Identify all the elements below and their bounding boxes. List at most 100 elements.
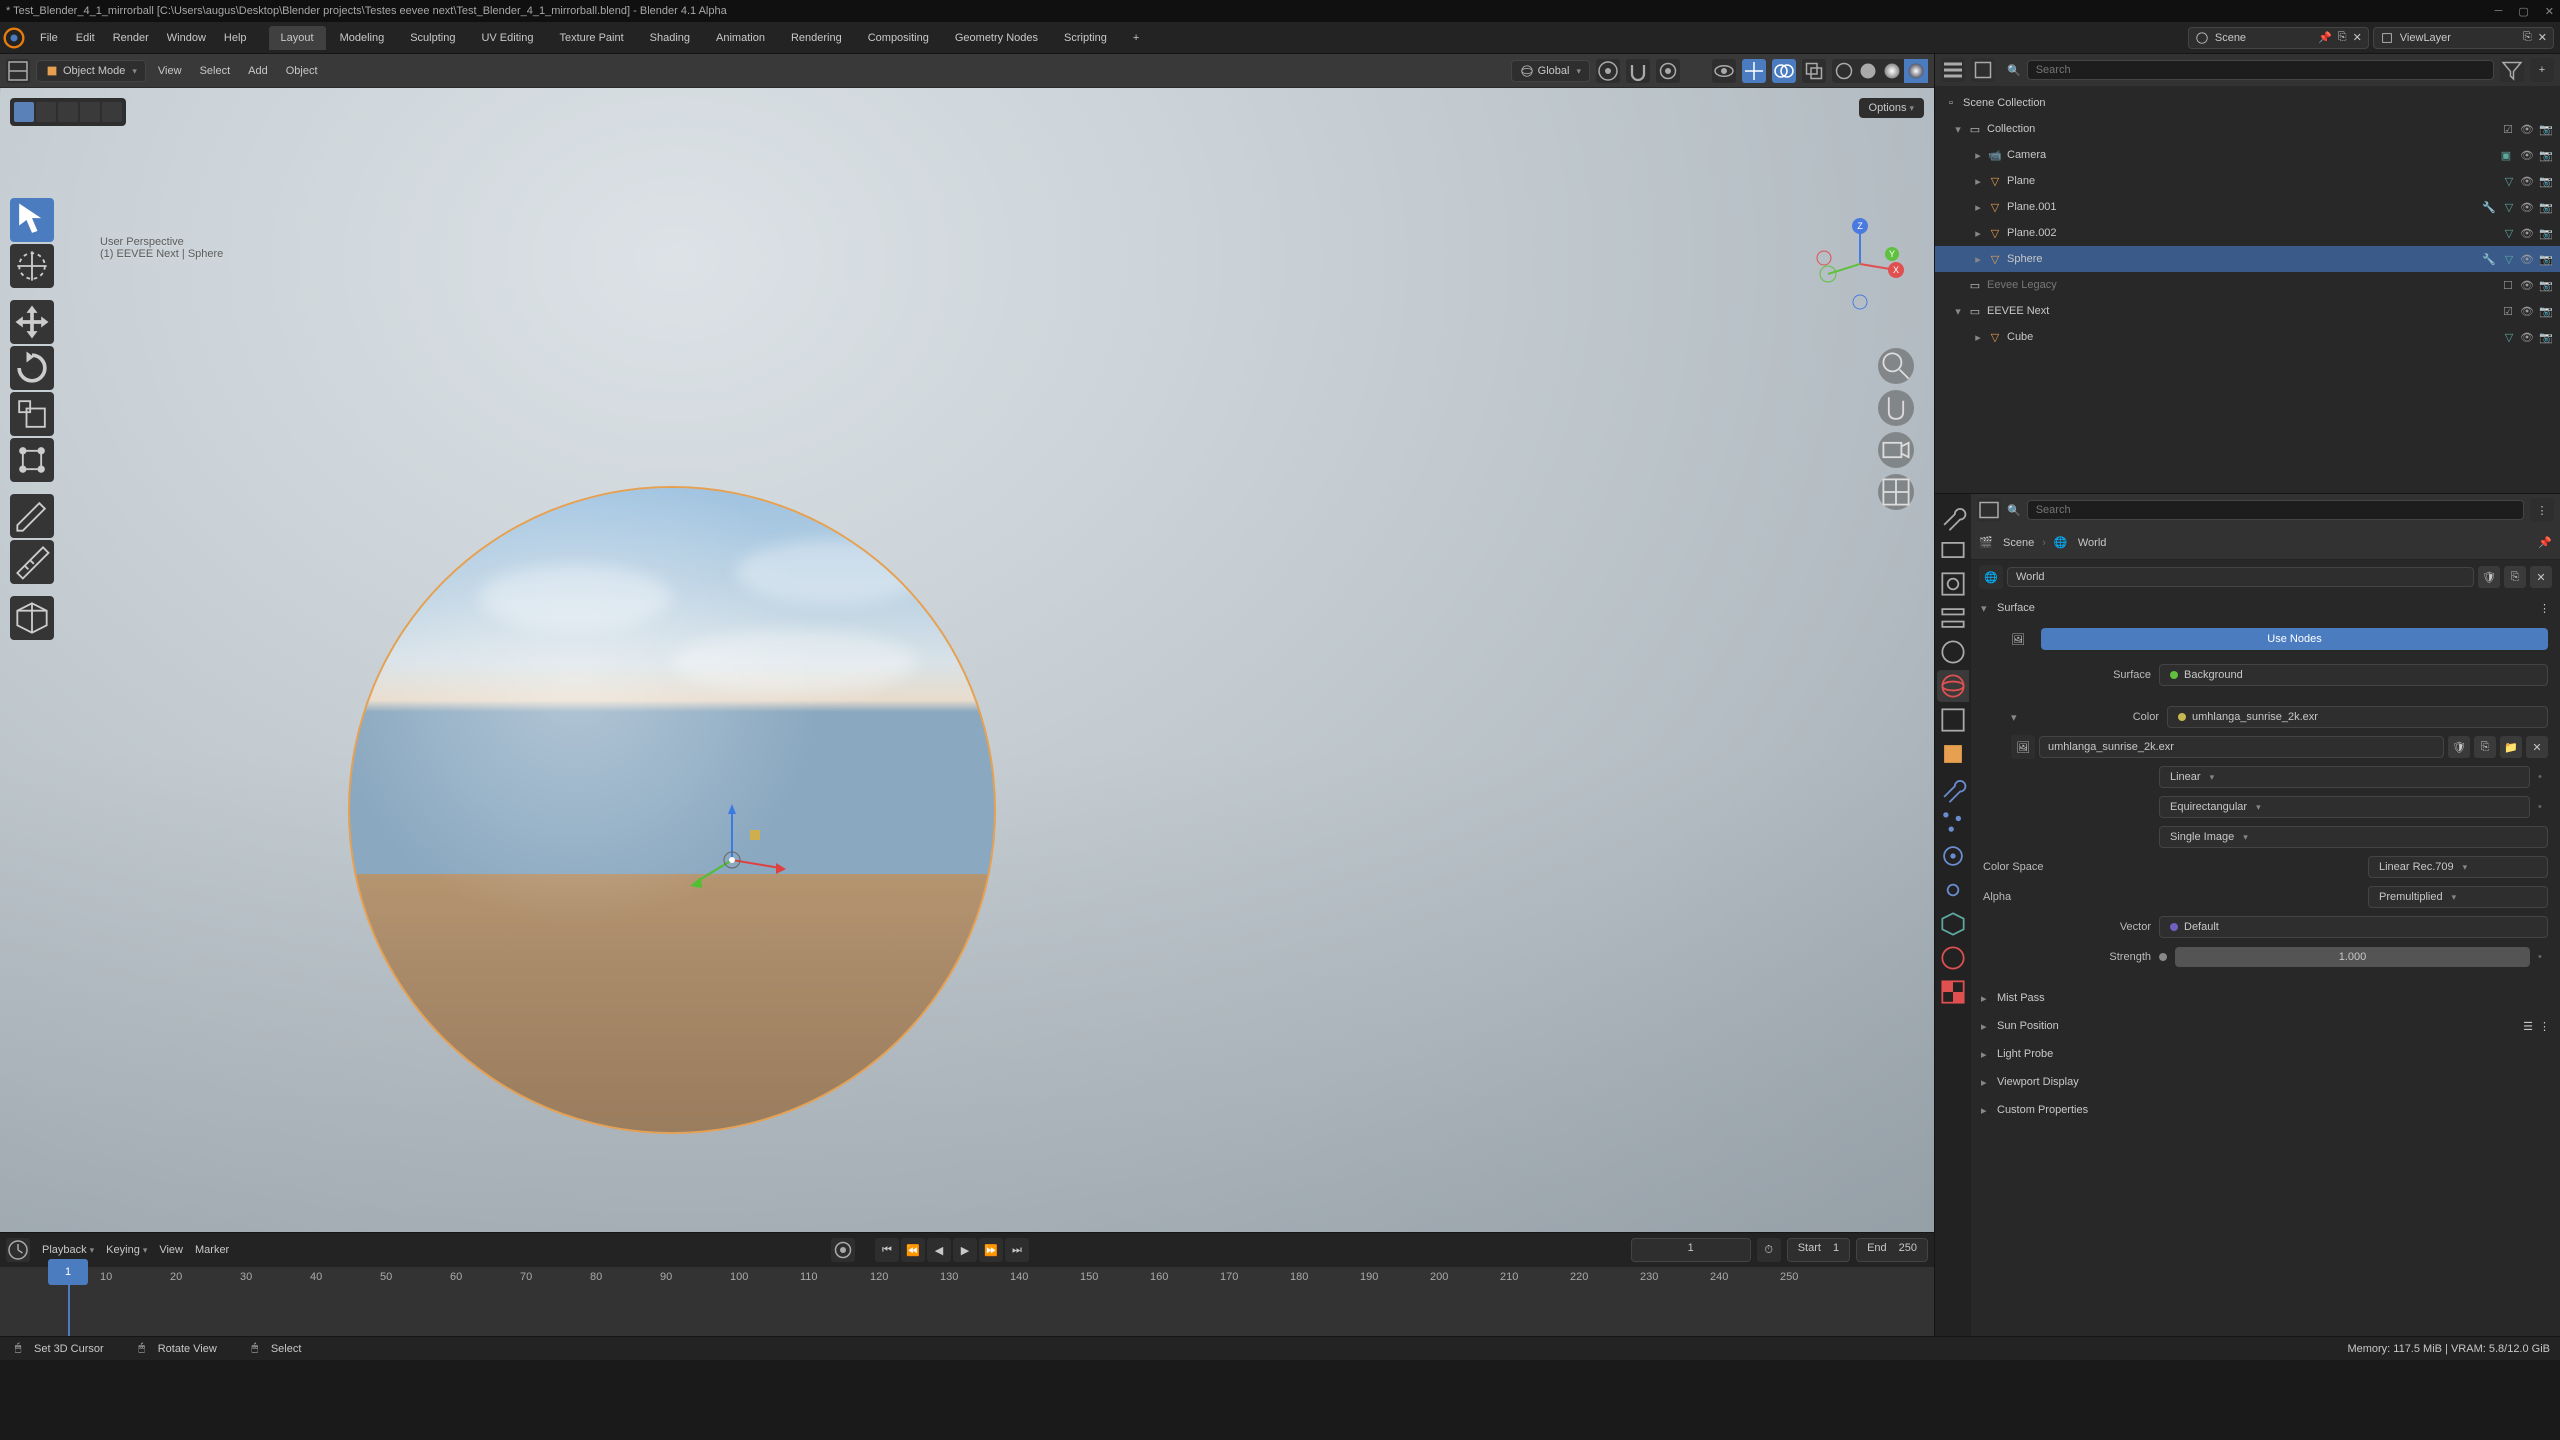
- animate-dot-icon[interactable]: •: [2538, 771, 2548, 783]
- viewport-options-button[interactable]: Options: [1859, 98, 1924, 118]
- timeline-track[interactable]: 1 10203040506070809010011012013014015016…: [0, 1267, 1934, 1336]
- timeline-marker[interactable]: Marker: [195, 1244, 229, 1256]
- render-icon[interactable]: 📷: [2538, 123, 2554, 136]
- proptab-constraints[interactable]: [1937, 874, 1969, 906]
- shading-wireframe[interactable]: [1832, 59, 1856, 83]
- eye-icon[interactable]: 👁: [2519, 331, 2535, 344]
- tab-layout[interactable]: Layout: [269, 26, 326, 50]
- panel-sun[interactable]: ▸Sun Position☰⋮: [1971, 1012, 2560, 1040]
- keyframe-next-icon[interactable]: ⏩: [979, 1238, 1003, 1262]
- checkbox-icon[interactable]: ☑: [2500, 305, 2516, 318]
- render-icon[interactable]: 📷: [2538, 149, 2554, 162]
- tab-animation[interactable]: Animation: [704, 26, 777, 50]
- eye-icon[interactable]: 👁: [2519, 201, 2535, 214]
- maximize-icon[interactable]: ▢: [2518, 5, 2528, 18]
- vector-value[interactable]: Default: [2159, 916, 2548, 938]
- editor-type-icon[interactable]: [6, 59, 30, 83]
- minimize-icon[interactable]: ─: [2495, 5, 2503, 18]
- tool-move[interactable]: [10, 300, 54, 344]
- menu-window[interactable]: Window: [159, 26, 214, 50]
- select-mode-2[interactable]: [36, 102, 56, 122]
- proptab-collection[interactable]: [1937, 704, 1969, 736]
- new-image-icon[interactable]: ⎘: [2474, 736, 2496, 758]
- panel-probe[interactable]: ▸Light Probe: [1971, 1040, 2560, 1068]
- unlink-icon[interactable]: ✕: [2530, 566, 2552, 588]
- panel-preset-icon[interactable]: ☰: [2523, 1020, 2533, 1033]
- surface-value[interactable]: Background: [2159, 664, 2548, 686]
- tab-compositing[interactable]: Compositing: [856, 26, 941, 50]
- eye-icon[interactable]: 👁: [2519, 123, 2535, 136]
- tree-camera[interactable]: ▸ 📹 Camera ▣ 👁📷: [1935, 142, 2560, 168]
- animate-dot-icon[interactable]: •: [2538, 801, 2548, 813]
- overlay-toggle[interactable]: [1772, 59, 1796, 83]
- colorspace-select[interactable]: Linear Rec.709: [2368, 856, 2548, 878]
- alpha-select[interactable]: Premultiplied: [2368, 886, 2548, 908]
- color-value[interactable]: umhlanga_sunrise_2k.exr: [2167, 706, 2548, 728]
- new-scene-icon[interactable]: ⎘: [2338, 31, 2347, 44]
- timeline-view[interactable]: View: [159, 1244, 183, 1256]
- viewlayer-selector[interactable]: ViewLayer ⎘ ✕: [2373, 27, 2554, 49]
- tool-scale[interactable]: [10, 392, 54, 436]
- tab-modeling[interactable]: Modeling: [328, 26, 397, 50]
- xray-toggle[interactable]: [1802, 59, 1826, 83]
- ortho-gizmo-icon[interactable]: [1878, 474, 1914, 510]
- proptab-scene[interactable]: [1937, 636, 1969, 668]
- timeline-keying[interactable]: Keying: [106, 1244, 147, 1256]
- proptab-material[interactable]: [1937, 942, 1969, 974]
- tab-texpaint[interactable]: Texture Paint: [547, 26, 635, 50]
- source-select[interactable]: Single Image: [2159, 826, 2548, 848]
- fake-user-icon[interactable]: 🛡: [2448, 736, 2470, 758]
- tool-annotate[interactable]: [10, 494, 54, 538]
- panel-surface[interactable]: ▾Surface ⋮: [1971, 594, 2560, 622]
- tab-add[interactable]: +: [1121, 26, 1151, 50]
- breadcrumb-scene[interactable]: Scene: [2003, 537, 2034, 549]
- current-frame-field[interactable]: 1: [1631, 1238, 1751, 1262]
- animate-dot-icon[interactable]: •: [2538, 951, 2548, 963]
- unlink-image-icon[interactable]: ✕: [2526, 736, 2548, 758]
- tree-plane002[interactable]: ▸ ▽ Plane.002 ▽ 👁📷: [1935, 220, 2560, 246]
- start-frame-field[interactable]: Start1: [1787, 1238, 1850, 1262]
- render-icon[interactable]: 📷: [2538, 175, 2554, 188]
- end-frame-field[interactable]: End250: [1856, 1238, 1928, 1262]
- select-mode-5[interactable]: [102, 102, 122, 122]
- texture-name-field[interactable]: umhlanga_sunrise_2k.exr: [2039, 736, 2444, 758]
- pin-icon[interactable]: 📌: [2318, 31, 2332, 44]
- render-icon[interactable]: 📷: [2538, 201, 2554, 214]
- proptab-render[interactable]: [1937, 534, 1969, 566]
- properties-search[interactable]: [2027, 500, 2524, 520]
- select-mode-3[interactable]: [58, 102, 78, 122]
- render-icon[interactable]: 📷: [2538, 253, 2554, 266]
- tree-eevee-legacy[interactable]: ▭ Eevee Legacy ☐👁📷: [1935, 272, 2560, 298]
- shading-rendered[interactable]: [1904, 59, 1928, 83]
- checkbox-icon[interactable]: ☑: [2500, 123, 2516, 136]
- menu-help[interactable]: Help: [216, 26, 255, 50]
- jump-end-icon[interactable]: ⏭: [1005, 1238, 1029, 1262]
- render-icon[interactable]: 📷: [2538, 305, 2554, 318]
- blender-logo-icon[interactable]: [0, 24, 28, 52]
- play-reverse-icon[interactable]: ◀: [927, 1238, 951, 1262]
- delete-layer-icon[interactable]: ✕: [2538, 31, 2547, 44]
- select-mode-1[interactable]: [14, 102, 34, 122]
- proptab-data[interactable]: [1937, 908, 1969, 940]
- menu-file[interactable]: File: [32, 26, 66, 50]
- panel-menu-icon[interactable]: ⋮: [2539, 1020, 2550, 1033]
- orientation-selector[interactable]: Global: [1511, 60, 1590, 82]
- select-mode-4[interactable]: [80, 102, 100, 122]
- visibility-icon[interactable]: [1712, 59, 1736, 83]
- pan-gizmo-icon[interactable]: [1878, 390, 1914, 426]
- tree-collection[interactable]: ▾ ▭ Collection ☑👁📷: [1935, 116, 2560, 142]
- filter-icon[interactable]: [2500, 58, 2524, 82]
- close-icon[interactable]: ✕: [2545, 5, 2554, 18]
- panel-custom[interactable]: ▸Custom Properties: [1971, 1096, 2560, 1124]
- proportional-edit-icon[interactable]: [1656, 59, 1680, 83]
- menu-view[interactable]: View: [152, 65, 188, 77]
- new-world-icon[interactable]: ⎘: [2504, 566, 2526, 588]
- tree-sphere[interactable]: ▸ ▽ Sphere 🔧 ▽ 👁📷: [1935, 246, 2560, 272]
- image-browse-icon[interactable]: 🖼: [2011, 735, 2035, 759]
- proptab-modifiers[interactable]: [1937, 772, 1969, 804]
- outliner-search[interactable]: [2027, 60, 2494, 80]
- strength-value[interactable]: 1.000: [2175, 947, 2530, 967]
- proptab-tool[interactable]: [1937, 500, 1969, 532]
- shading-solid[interactable]: [1856, 59, 1880, 83]
- projection-select[interactable]: Equirectangular: [2159, 796, 2530, 818]
